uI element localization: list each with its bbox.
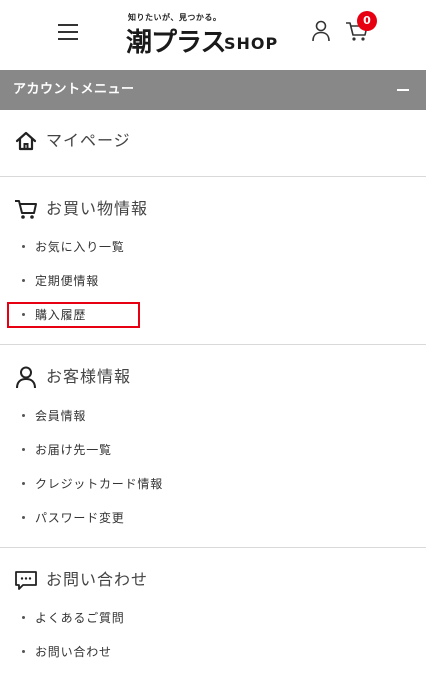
home-icon <box>15 131 37 151</box>
person-icon <box>16 366 36 388</box>
chat-icon <box>15 571 37 590</box>
collapse-minus-icon[interactable] <box>397 89 409 91</box>
site-logo[interactable]: 知りたいが、見つかる。 潮プラス SHOP <box>126 12 286 58</box>
purchase-history-highlight <box>7 302 140 328</box>
member-info-link[interactable]: 会員情報 <box>22 405 86 427</box>
section-divider <box>0 176 426 177</box>
bullet-icon <box>22 414 25 417</box>
account-menu-title: アカウントメニュー <box>13 82 135 97</box>
credit-card-label: クレジットカード情報 <box>35 477 164 491</box>
bullet-icon <box>22 516 25 519</box>
account-menu-header[interactable]: アカウントメニュー <box>0 70 426 110</box>
bullet-icon <box>22 448 25 451</box>
bullet-icon <box>22 245 25 248</box>
credit-card-link[interactable]: クレジットカード情報 <box>22 473 163 495</box>
member-info-label: 会員情報 <box>35 409 87 423</box>
password-change-link[interactable]: パスワード変更 <box>22 507 125 529</box>
section-divider <box>0 547 426 548</box>
bullet-icon <box>22 279 25 282</box>
cart-count-badge: 0 <box>357 11 377 31</box>
subscription-label: 定期便情報 <box>35 274 100 288</box>
password-change-label: パスワード変更 <box>35 511 125 525</box>
bullet-icon <box>22 616 25 619</box>
hamburger-menu-icon[interactable] <box>58 24 78 40</box>
favorites-link[interactable]: お気に入り一覧 <box>22 236 125 258</box>
faq-link[interactable]: よくあるご質問 <box>22 607 125 629</box>
bullet-icon <box>22 650 25 653</box>
contact-label: お問い合わせ <box>35 645 112 659</box>
section-divider <box>0 344 426 345</box>
delivery-addresses-link[interactable]: お届け先一覧 <box>22 439 112 461</box>
section-customer-label: お客様情報 <box>46 367 132 386</box>
bullet-icon <box>22 482 25 485</box>
subscription-link[interactable]: 定期便情報 <box>22 270 99 292</box>
site-header: 知りたいが、見つかる。 潮プラス SHOP 0 <box>0 0 426 70</box>
favorites-label: お気に入り一覧 <box>35 240 125 254</box>
user-icon[interactable] <box>311 20 331 42</box>
cart-icon <box>15 200 37 219</box>
contact-link[interactable]: お問い合わせ <box>22 641 112 663</box>
logo-shop: SHOP <box>224 34 279 53</box>
section-shopping-label: お買い物情報 <box>46 199 149 218</box>
logo-main: 潮プラス <box>126 28 226 58</box>
mypage-label: マイページ <box>46 131 131 150</box>
faq-label: よくあるご質問 <box>35 611 125 625</box>
delivery-addresses-label: お届け先一覧 <box>35 443 112 457</box>
section-inquiry-label: お問い合わせ <box>46 570 149 589</box>
